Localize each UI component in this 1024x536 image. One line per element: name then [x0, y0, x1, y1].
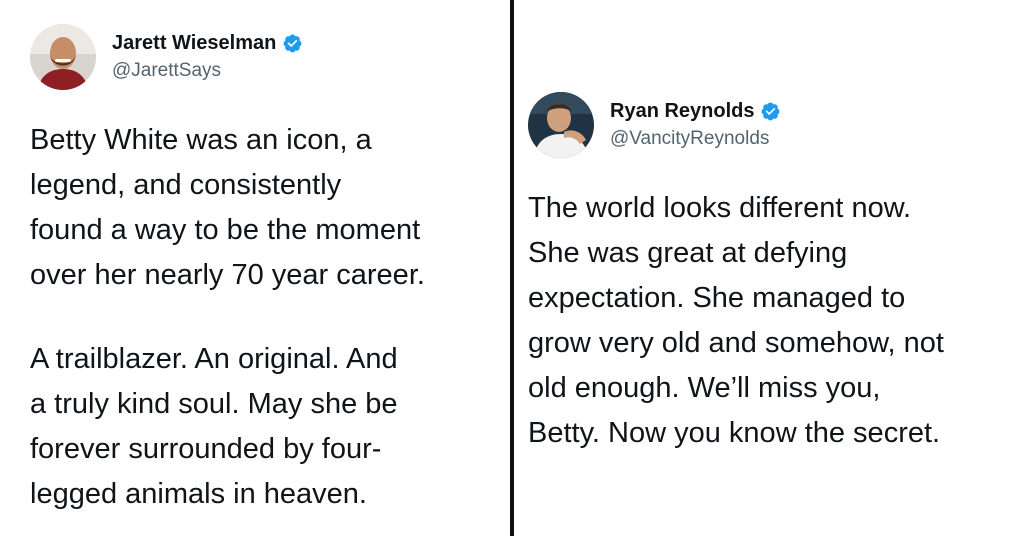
tweet-author: Ryan Reynolds @VancityReynolds	[610, 99, 781, 151]
tweet-author: Jarett Wieselman @JarettSays	[112, 31, 303, 83]
display-name[interactable]: Ryan Reynolds	[610, 99, 754, 123]
tweet-header: Jarett Wieselman @JarettSays	[30, 24, 303, 90]
avatar-photo-icon	[528, 92, 594, 158]
avatar[interactable]	[30, 24, 96, 90]
display-name[interactable]: Jarett Wieselman	[112, 31, 276, 55]
user-handle[interactable]: @VancityReynolds	[610, 127, 781, 151]
avatar-photo-icon	[30, 24, 96, 90]
tweet-text-paragraph-1: The world looks different now. She was g…	[528, 192, 944, 449]
tweet-text-paragraph-1: Betty White was an icon, a legend, and c…	[30, 124, 425, 291]
tweet-text-paragraph-2: A trailblazer. An original. And a truly …	[30, 343, 398, 510]
tweet-card-right: Ryan Reynolds @VancityReynolds The world…	[514, 0, 1024, 536]
verified-badge-icon	[760, 101, 781, 122]
avatar[interactable]	[528, 92, 594, 158]
verified-badge-icon	[282, 33, 303, 54]
tweet-header: Ryan Reynolds @VancityReynolds	[528, 92, 781, 158]
name-row: Jarett Wieselman	[112, 31, 303, 55]
tweet-card-left: Jarett Wieselman @JarettSays Betty White…	[0, 0, 510, 536]
user-handle[interactable]: @JarettSays	[112, 59, 303, 83]
name-row: Ryan Reynolds	[610, 99, 781, 123]
